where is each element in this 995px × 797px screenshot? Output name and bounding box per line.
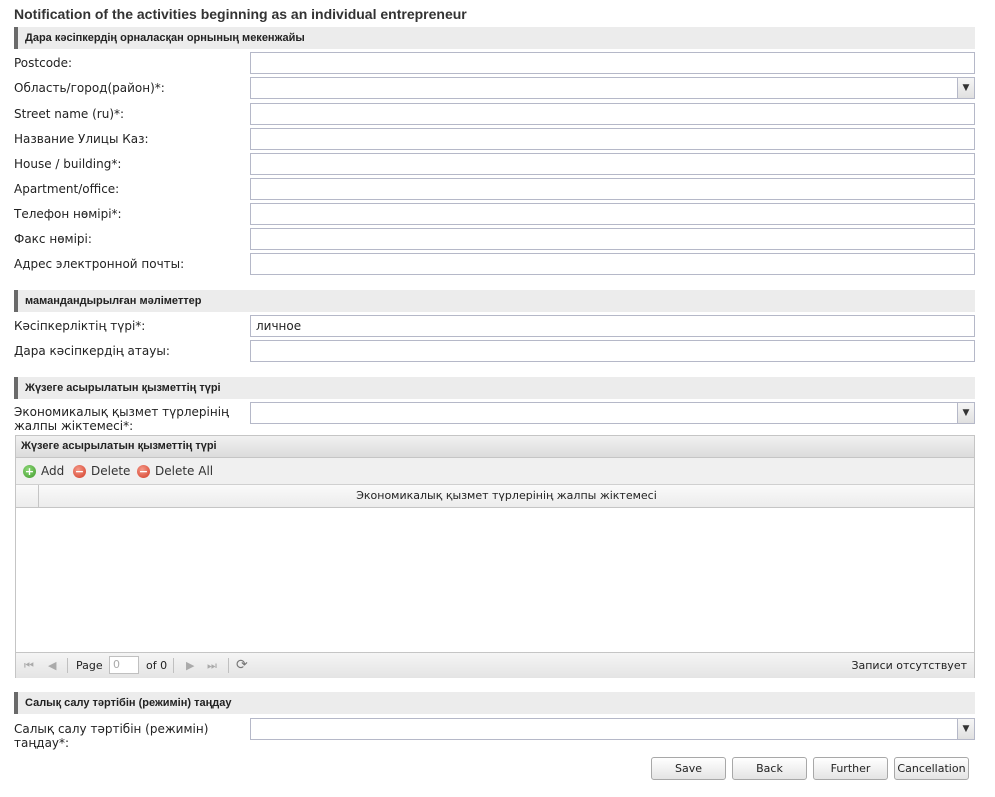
- delete-button-label: Delete: [91, 464, 131, 478]
- cancel-button[interactable]: Cancellation: [894, 757, 969, 780]
- pager-separator: [228, 658, 229, 673]
- classifier-select[interactable]: ▼: [250, 402, 975, 424]
- refresh-icon[interactable]: ⟳: [236, 653, 248, 678]
- save-button[interactable]: Save: [651, 757, 726, 780]
- phone-input[interactable]: [250, 203, 975, 225]
- region-select[interactable]: ▼: [250, 77, 975, 99]
- apartment-input[interactable]: [250, 178, 975, 200]
- fax-input[interactable]: [250, 228, 975, 250]
- grid-column-header: Экономикалық қызмет түрлерінің жалпы жік…: [16, 485, 974, 508]
- street-ru-input[interactable]: [250, 103, 975, 125]
- email-input[interactable]: [250, 253, 975, 275]
- section-header-tax: Салық салу тәртібін (режимін) таңдау: [14, 692, 975, 714]
- page-count-label: of 0: [146, 659, 168, 672]
- prev-page-icon[interactable]: ◀: [48, 653, 56, 678]
- add-button[interactable]: + Add: [23, 464, 64, 478]
- grid-pager: ⏮ ◀ Page 0 of 0 ▶ ⏭ ⟳ Записи отсутствует: [16, 652, 974, 678]
- street-ru-label: Street name (ru)*:: [14, 107, 125, 121]
- delete-all-button[interactable]: − Delete All: [137, 464, 213, 478]
- remove-icon: −: [73, 464, 86, 478]
- chevron-down-icon[interactable]: ▼: [957, 719, 974, 739]
- add-icon: +: [23, 464, 36, 478]
- back-button[interactable]: Back: [732, 757, 807, 780]
- section-header-address: Дара кәсіпкердің орналасқан орнының меке…: [14, 27, 975, 49]
- page-title: Notification of the activities beginning…: [14, 6, 467, 22]
- last-page-icon[interactable]: ⏭: [207, 653, 217, 678]
- pager-separator: [173, 658, 174, 673]
- street-kz-label: Название Улицы Каз:: [14, 132, 149, 146]
- further-button[interactable]: Further: [813, 757, 888, 780]
- grid-body[interactable]: [16, 508, 974, 652]
- delete-button[interactable]: − Delete: [73, 464, 130, 478]
- section-header-activity: Жүзеге асырылатын қызметтің түрі: [14, 377, 975, 399]
- chevron-down-icon[interactable]: ▼: [957, 403, 974, 423]
- tax-regime-label: Салық салу тәртібін (режимін) таңдау*:: [14, 722, 209, 750]
- business-type-input[interactable]: личное: [250, 315, 975, 337]
- entrepreneur-name-input[interactable]: [250, 340, 975, 362]
- entrepreneur-name-label: Дара кәсіпкердің атауы:: [14, 344, 170, 358]
- postcode-input[interactable]: [250, 52, 975, 74]
- remove-icon: −: [137, 464, 150, 478]
- chevron-down-icon[interactable]: ▼: [957, 78, 974, 98]
- house-input[interactable]: [250, 153, 975, 175]
- page-label: Page: [76, 659, 103, 672]
- next-page-icon[interactable]: ▶: [186, 653, 194, 678]
- row-number-column: [16, 485, 39, 507]
- delete-all-button-label: Delete All: [155, 464, 214, 478]
- classifier-column-header[interactable]: Экономикалық қызмет түрлерінің жалпы жік…: [39, 485, 974, 507]
- add-button-label: Add: [41, 464, 65, 478]
- grid-toolbar: + Add − Delete − Delete All: [16, 458, 974, 485]
- region-label: Область/город(район)*:: [14, 81, 165, 95]
- fax-label: Факс нөмірі:: [14, 232, 92, 246]
- first-page-icon[interactable]: ⏮: [24, 653, 34, 678]
- house-label: House / building*:: [14, 157, 122, 171]
- apartment-label: Apartment/office:: [14, 182, 120, 196]
- page-number-input[interactable]: 0: [109, 656, 139, 674]
- section-header-specialized: мамандандырылған мәліметтер: [14, 290, 975, 312]
- pager-separator: [67, 658, 68, 673]
- email-label: Адрес электронной почты:: [14, 257, 185, 271]
- activity-grid: Жүзеге асырылатын қызметтің түрі + Add −…: [15, 435, 975, 678]
- postcode-label: Postcode:: [14, 56, 73, 70]
- empty-records-text: Записи отсутствует: [851, 659, 967, 672]
- street-kz-input[interactable]: [250, 128, 975, 150]
- business-type-label: Кәсіпкерліктің түрі*:: [14, 319, 146, 333]
- tax-regime-select[interactable]: ▼: [250, 718, 975, 740]
- phone-label: Телефон нөмірі*:: [14, 207, 122, 221]
- classifier-label: Экономикалық қызмет түрлерінің жалпы жік…: [14, 405, 229, 433]
- grid-title: Жүзеге асырылатын қызметтің түрі: [16, 436, 974, 458]
